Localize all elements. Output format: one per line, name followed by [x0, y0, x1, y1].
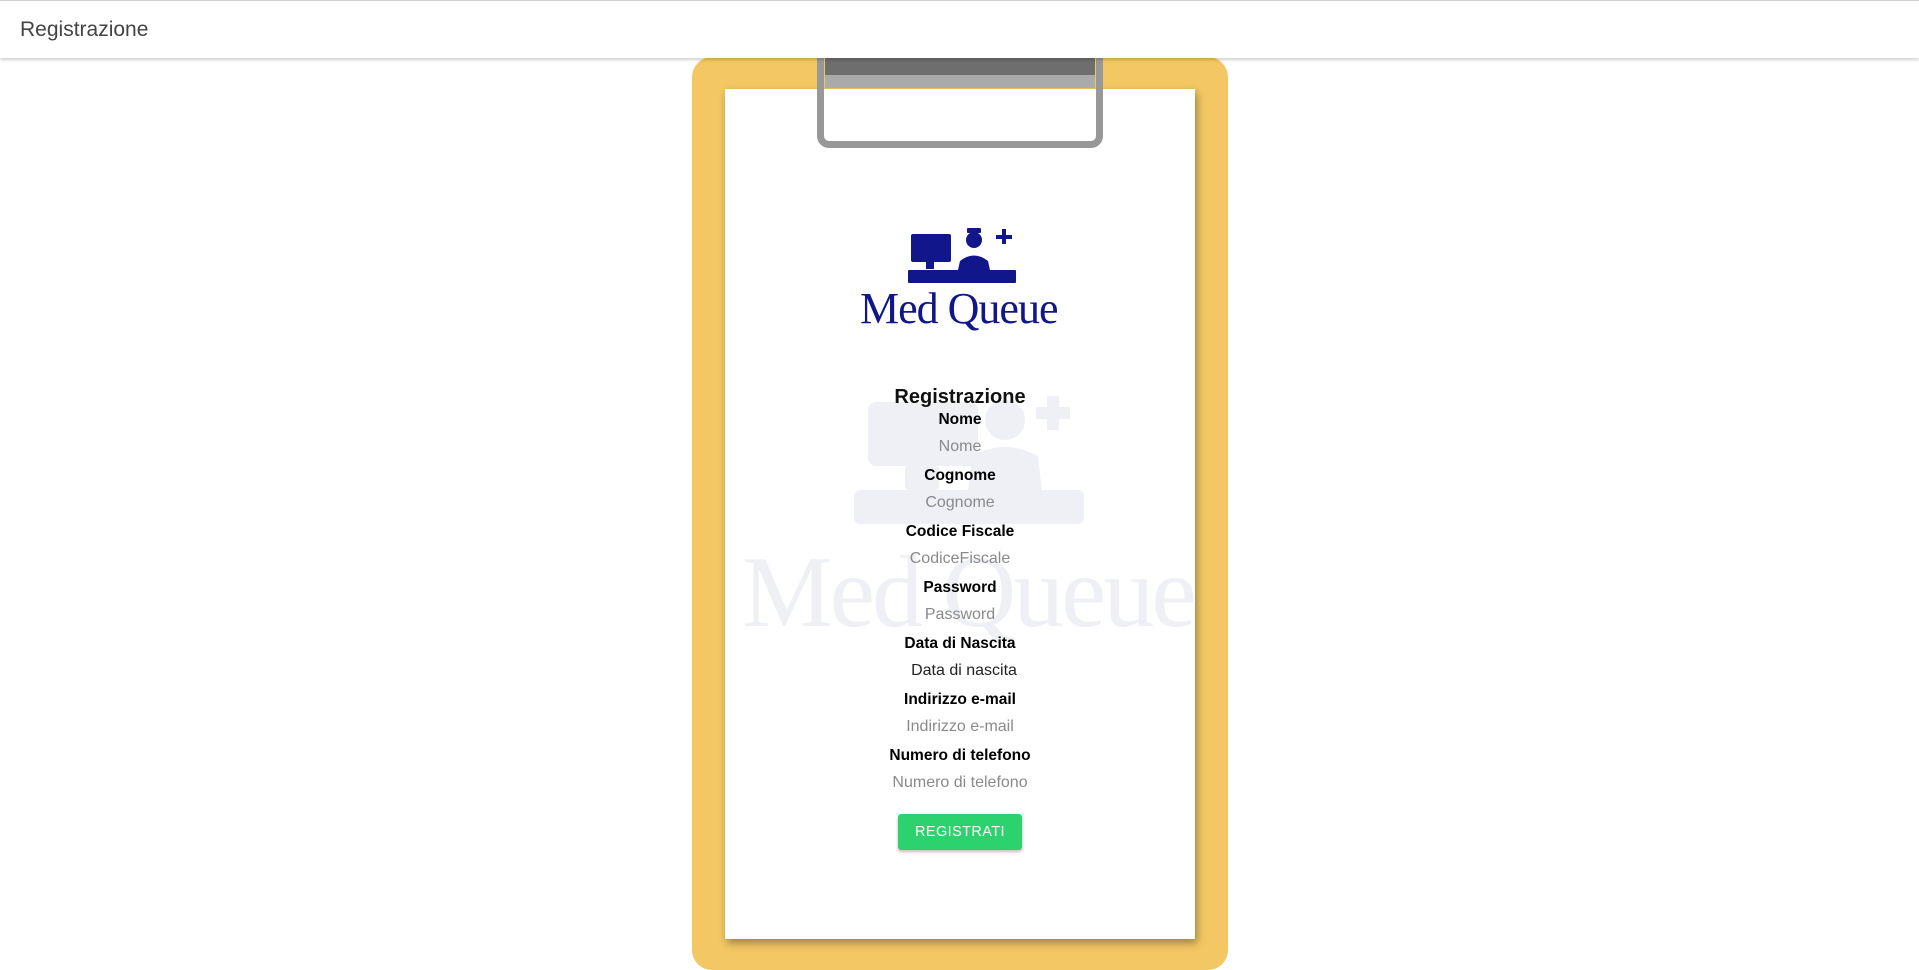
telefono-input[interactable]	[860, 772, 1060, 794]
field-telefono: Numero di telefono	[760, 746, 1160, 794]
cognome-label: Cognome	[924, 467, 996, 484]
data-nascita-input[interactable]: Data di nascita	[860, 660, 1060, 682]
registration-form: Registrazione Nome Cognome Codice Fiscal…	[760, 384, 1160, 850]
clip-bar-dark	[825, 57, 1095, 75]
nome-label: Nome	[938, 411, 982, 428]
email-input[interactable]	[860, 716, 1060, 738]
nurse-icon	[966, 232, 982, 248]
brand-logo-text: Med Queue	[860, 284, 1059, 333]
password-label: Password	[923, 579, 997, 596]
data-nascita-label: Data di Nascita	[904, 635, 1016, 652]
monitor-icon	[911, 234, 951, 262]
field-email: Indirizzo e-mail	[760, 690, 1160, 738]
telefono-label: Numero di telefono	[889, 747, 1031, 764]
field-data-nascita: Data di Nascita Data di nascita	[760, 634, 1160, 682]
field-cognome: Cognome	[760, 466, 1160, 514]
password-input[interactable]	[860, 604, 1060, 626]
reception-desk-icon	[908, 228, 1016, 283]
register-button[interactable]: REGISTRATI	[898, 814, 1022, 850]
codice-fiscale-label: Codice Fiscale	[905, 523, 1015, 540]
clip-bar-light	[825, 75, 1095, 88]
top-app-bar: Registrazione	[0, 0, 1919, 58]
field-password: Password	[760, 578, 1160, 626]
field-codice-fiscale: Codice Fiscale	[760, 522, 1160, 570]
form-title: Registrazione	[894, 386, 1026, 408]
email-label: Indirizzo e-mail	[904, 691, 1016, 708]
page-title: Registrazione	[20, 18, 149, 41]
nome-input[interactable]	[860, 436, 1060, 458]
cognome-input[interactable]	[860, 492, 1060, 514]
field-nome: Nome	[760, 410, 1160, 458]
codice-fiscale-input[interactable]	[860, 548, 1060, 570]
